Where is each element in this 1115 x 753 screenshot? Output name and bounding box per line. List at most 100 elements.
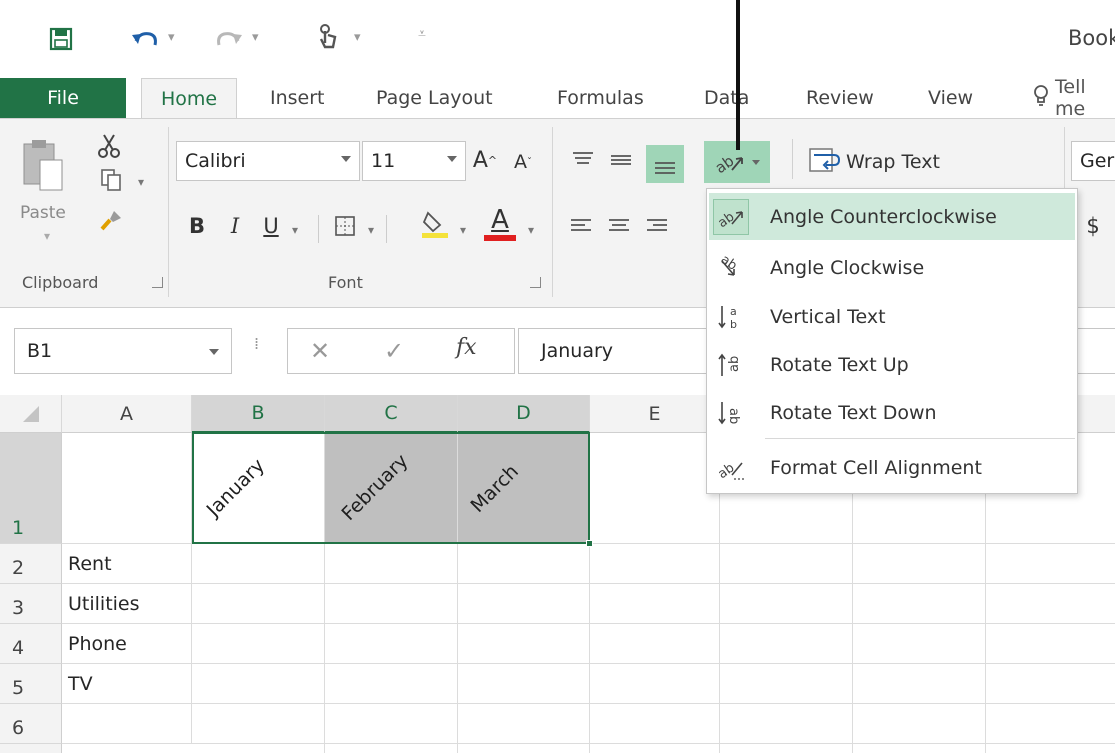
formula-bar-grip-icon[interactable]: ⁞ (254, 336, 259, 352)
font-size-select[interactable]: 11 (362, 141, 466, 181)
bold-button[interactable]: B (184, 209, 210, 243)
insert-function-icon[interactable]: fx (456, 335, 477, 360)
row-header[interactable]: 5 (0, 664, 62, 704)
menu-item-format-cell-alignment[interactable]: ab Format Cell Alignment (709, 444, 1075, 491)
tab-view[interactable]: View (928, 78, 973, 118)
fill-handle[interactable] (586, 540, 593, 547)
font-name-select[interactable]: Calibri (176, 141, 360, 181)
rotate-text-up-icon: ab (713, 347, 749, 383)
row-header[interactable]: 4 (0, 624, 62, 664)
decrease-font-size-icon[interactable]: Aˇ (508, 147, 538, 177)
column-header[interactable]: E (590, 395, 720, 433)
tab-formulas[interactable]: Formulas (557, 78, 644, 118)
top-align-icon[interactable] (568, 145, 598, 175)
copy-icon[interactable] (96, 165, 126, 195)
customize-toolbar-icon[interactable]: ⩡ (418, 26, 426, 42)
row-header[interactable]: 1 (0, 433, 62, 544)
tab-insert[interactable]: Insert (270, 78, 325, 118)
column-header[interactable]: A (62, 395, 192, 433)
column-header[interactable]: B (192, 395, 325, 433)
paste-dropdown-icon[interactable]: ▾ (44, 229, 50, 243)
cell-d1[interactable]: March (458, 433, 590, 544)
menu-item-rotate-text-up[interactable]: ab Rotate Text Up (709, 341, 1075, 388)
undo-dropdown-icon[interactable]: ▾ (168, 30, 175, 45)
cell-a3[interactable]: Utilities (62, 584, 192, 624)
svg-text:ab: ab (716, 210, 737, 230)
font-separator (318, 215, 319, 243)
svg-text:ab: ab (727, 356, 742, 372)
row-header[interactable]: 3 (0, 584, 62, 624)
middle-align-icon[interactable] (606, 145, 636, 175)
font-size-value: 11 (371, 150, 396, 172)
menu-item-rotate-text-down[interactable]: ab Rotate Text Down (709, 389, 1075, 436)
callout-pointer-line (736, 0, 740, 150)
save-icon[interactable] (44, 22, 78, 56)
copy-dropdown-icon[interactable]: ▾ (138, 175, 144, 189)
tab-review[interactable]: Review (806, 78, 874, 118)
cancel-icon[interactable]: ✕ (310, 337, 330, 365)
tab-page-layout[interactable]: Page Layout (376, 78, 493, 118)
column-header[interactable]: C (325, 395, 458, 433)
cell-d1-text: March (466, 460, 523, 517)
paste-button[interactable] (16, 133, 72, 207)
row-header[interactable]: 2 (0, 544, 62, 584)
touch-mode-icon[interactable] (310, 20, 344, 56)
group-separator (168, 127, 169, 297)
cell-a5[interactable]: TV (62, 664, 192, 704)
number-format-select[interactable]: Ger (1071, 141, 1115, 181)
menu-item-angle-clockwise[interactable]: ab Angle Clockwise (709, 244, 1075, 291)
empty-cells-area[interactable] (192, 544, 1115, 753)
touch-mode-dropdown-icon[interactable]: ▾ (354, 30, 361, 45)
redo-icon[interactable] (212, 22, 246, 56)
alignment-separator (792, 139, 793, 179)
borders-icon[interactable] (330, 211, 360, 241)
cell-a6[interactable] (62, 704, 192, 744)
select-all-corner[interactable] (0, 395, 62, 433)
align-right-icon[interactable] (642, 211, 672, 241)
format-painter-icon[interactable] (94, 205, 128, 239)
tab-file[interactable]: File (0, 78, 126, 118)
menu-item-vertical-text[interactable]: ab Vertical Text (709, 293, 1075, 340)
borders-dropdown-icon[interactable]: ▾ (368, 223, 374, 237)
align-left-icon[interactable] (566, 211, 596, 241)
increase-font-size-icon[interactable]: A ^ (470, 143, 500, 177)
tab-home[interactable]: Home (141, 78, 237, 118)
fill-color-icon[interactable] (418, 207, 452, 241)
cut-icon[interactable] (94, 131, 124, 161)
font-dialog-launcher-icon[interactable] (530, 277, 541, 288)
menu-item-angle-counterclockwise[interactable]: ab Angle Counterclockwise (709, 193, 1075, 240)
menu-item-label: Angle Counterclockwise (770, 205, 997, 228)
row-header[interactable]: 6 (0, 704, 62, 744)
name-box[interactable]: B1 (14, 328, 232, 374)
wrap-text-label: Wrap Text (846, 151, 940, 173)
cell-a2[interactable]: Rent (62, 544, 192, 584)
font-color-dropdown-icon[interactable]: ▾ (528, 223, 534, 237)
bottom-align-icon[interactable] (646, 145, 684, 183)
clipboard-dialog-launcher-icon[interactable] (152, 277, 163, 288)
window-title: Book1 (1068, 26, 1115, 50)
svg-text:ab: ab (714, 152, 737, 176)
number-format-value: Ger (1080, 150, 1115, 172)
italic-button[interactable]: I (222, 209, 248, 243)
cell-e1[interactable] (590, 433, 720, 544)
underline-dropdown-icon[interactable]: ▾ (292, 223, 298, 237)
tell-me-search[interactable]: Tell me (1033, 76, 1115, 120)
font-color-button[interactable]: A (482, 205, 518, 243)
cell-a4[interactable]: Phone (62, 624, 192, 664)
column-header[interactable]: D (458, 395, 590, 433)
svg-text:ab: ab (726, 408, 741, 424)
cell-b1[interactable]: January (192, 433, 325, 544)
fill-color-dropdown-icon[interactable]: ▾ (460, 223, 466, 237)
cell-c1[interactable]: February (325, 433, 458, 544)
enter-icon[interactable]: ✓ (384, 337, 404, 365)
underline-button[interactable]: U (258, 209, 284, 243)
accounting-format-button[interactable]: $ (1080, 211, 1106, 241)
cell-a1[interactable] (62, 433, 192, 544)
font-separator (386, 215, 387, 243)
row-header[interactable] (0, 744, 62, 753)
wrap-text-button[interactable]: Wrap Text (808, 143, 968, 181)
undo-icon[interactable] (128, 22, 162, 56)
align-center-icon[interactable] (604, 211, 634, 241)
redo-dropdown-icon[interactable]: ▾ (252, 30, 259, 45)
tab-data[interactable]: Data (704, 78, 749, 118)
